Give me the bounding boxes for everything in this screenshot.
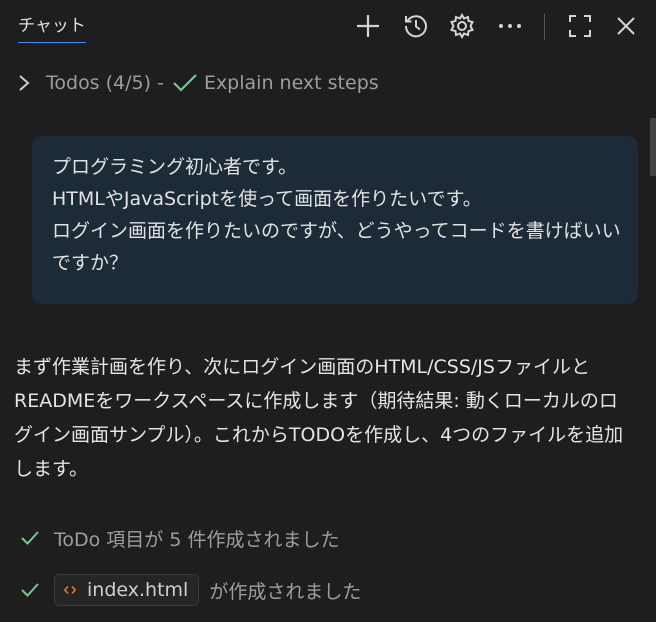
todos-summary[interactable]: Todos (4/5) - Explain next steps: [14, 70, 379, 96]
tab-chat[interactable]: チャット: [18, 16, 86, 43]
history-icon: [404, 15, 427, 38]
gear-icon: [450, 12, 474, 40]
status-file-created-text: が作成されました: [209, 580, 362, 603]
assistant-message: まず作業計画を作り、次にログイン画面のHTML/CSS/JSファイルと READ…: [14, 350, 644, 486]
file-name: index.html: [87, 579, 189, 601]
chat-panel: チャット Todos (4/5) - Explain next steps プロ…: [0, 0, 656, 622]
file-chip-index-html[interactable]: index.html: [54, 574, 200, 606]
todos-current-item: Explain next steps: [203, 72, 379, 94]
user-message-bubble: プログラミング初心者です。 HTMLやJavaScriptを使って画面を作りたい…: [32, 136, 638, 304]
chevron-right-icon: [19, 75, 30, 91]
new-chat-button[interactable]: [352, 10, 384, 42]
more-icon: [499, 24, 521, 28]
chat-header: チャット: [0, 0, 656, 54]
user-message-line: HTMLやJavaScriptを使って画面を作りたいです。: [52, 188, 482, 210]
assistant-message-line: READMEをワークスペースに作成します（期待結果: 動くローカルのロ: [14, 390, 618, 412]
plus-icon: [357, 15, 379, 37]
user-message-line: プログラミング初心者です。: [52, 156, 298, 178]
user-message-line: ですか？: [52, 252, 129, 274]
check-icon: [21, 583, 39, 597]
todos-count: Todos (4/5) -: [46, 72, 164, 94]
scrollbar-thumb[interactable]: [650, 118, 656, 176]
maximize-icon: [569, 15, 591, 37]
check-icon: [21, 531, 39, 545]
maximize-button[interactable]: [564, 10, 596, 42]
assistant-message-line: グイン画面サンプル）。これからTODOを作成し、4つのファイルを追加: [14, 424, 624, 446]
status-file-created: index.html が作成されました: [20, 574, 361, 606]
status-todo-created: ToDo 項目が 5 件作成されました: [20, 522, 339, 554]
check-icon: [173, 74, 197, 92]
user-message-line: ログイン画面を作りたいのですが、どうやってコードを書けばいい: [52, 220, 621, 242]
toolbar-separator: [544, 14, 545, 40]
status-todo-created-text: ToDo 項目が 5 件作成されました: [54, 528, 340, 551]
history-button[interactable]: [400, 10, 432, 42]
html-file-icon: [63, 585, 77, 595]
settings-button[interactable]: [446, 10, 478, 42]
more-actions-button[interactable]: [494, 10, 526, 42]
close-icon: [617, 17, 635, 35]
assistant-message-line: します。: [14, 458, 89, 480]
close-button[interactable]: [610, 10, 642, 42]
assistant-message-line: まず作業計画を作り、次にログイン画面のHTML/CSS/JSファイルと: [14, 356, 590, 378]
